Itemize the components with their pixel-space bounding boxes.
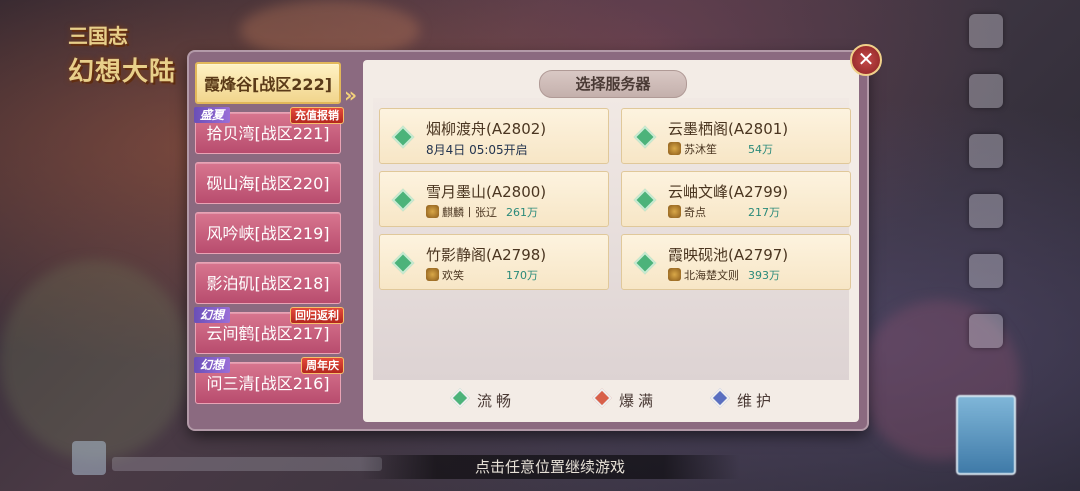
legend-item-full: 爆满 <box>592 388 658 411</box>
player-power: 393万 <box>748 269 780 282</box>
announcement-bar[interactable] <box>112 457 382 471</box>
continue-hint[interactable]: 点击任意位置继续游戏 <box>360 455 740 479</box>
player-power: 54万 <box>748 143 773 156</box>
zone-tag-left: 幻想 <box>194 307 231 323</box>
player-power: 217万 <box>748 206 780 219</box>
background-decoration <box>0 260 190 460</box>
status-smooth-icon <box>391 251 415 275</box>
close-button[interactable]: ✕ <box>850 44 882 76</box>
server-open-time: 8月4日 05:05开启 <box>426 143 528 157</box>
server-name: 霞映砚池(A2797) <box>668 246 789 264</box>
server-list-area: 选择服务器 烟柳渡舟(A2802) 8月4日 05:05开启 云墨栖阁(A280… <box>363 60 859 422</box>
announcement-icon[interactable] <box>72 441 106 475</box>
menu-icon[interactable] <box>969 14 1003 48</box>
menu-icon[interactable] <box>969 134 1003 168</box>
server-select-panel: 霞烽谷[战区222] » 盛夏 充值报销 拾贝湾[战区221] 砚山海[战区22… <box>189 52 867 429</box>
zone-tab[interactable]: 幻想 回归返利 云间鹤[战区217] <box>194 307 344 354</box>
server-card[interactable]: 霞映砚池(A2797) 北海楚文则 393万 <box>621 234 851 290</box>
game-logo: 三国志 幻想大陆 <box>68 20 188 100</box>
server-card[interactable]: 雪月墨山(A2800) 麒麟丨张辽 261万 <box>379 171 609 227</box>
legend-label: 爆满 <box>619 392 658 410</box>
server-card[interactable]: 竹影静阁(A2798) 欢笑 170万 <box>379 234 609 290</box>
legend-item-maintenance: 维护 <box>710 388 776 411</box>
zone-tab-label: 云间鹤[战区217] <box>206 324 330 343</box>
status-smooth-icon <box>633 251 657 275</box>
background-decoration <box>240 0 420 60</box>
menu-icon[interactable] <box>969 314 1003 348</box>
player-power: 170万 <box>506 269 538 282</box>
server-card[interactable]: 云岫文峰(A2799) 奇点 217万 <box>621 171 851 227</box>
chevron-right-icon: » <box>344 83 357 107</box>
status-full-icon <box>592 388 612 408</box>
status-smooth-icon <box>633 188 657 212</box>
zone-tag-right: 充值报销 <box>290 107 344 124</box>
character-icon <box>426 268 439 281</box>
zone-tab-label: 霞烽谷[战区222] <box>203 75 333 94</box>
server-name: 云墨栖阁(A2801) <box>668 120 789 138</box>
status-legend: 流畅 爆满 维护 <box>373 388 849 414</box>
player-name: 欢笑 <box>442 269 464 282</box>
zone-tab[interactable]: 砚山海[战区220] <box>195 162 341 204</box>
zone-tab[interactable]: 霞烽谷[战区222] » <box>195 62 357 107</box>
status-smooth-icon <box>633 125 657 149</box>
zone-tab-label: 问三清[战区216] <box>206 374 330 393</box>
zone-tab-list: 霞烽谷[战区222] » 盛夏 充值报销 拾贝湾[战区221] 砚山海[战区22… <box>194 62 357 412</box>
legend-label: 流畅 <box>477 392 516 410</box>
zone-tab-label: 风吟峡[战区219] <box>206 224 330 243</box>
zone-tab-label: 影泊矶[战区218] <box>206 274 330 293</box>
promo-card[interactable] <box>956 395 1016 475</box>
character-icon <box>668 142 681 155</box>
server-card[interactable]: 烟柳渡舟(A2802) 8月4日 05:05开启 <box>379 108 609 164</box>
status-smooth-icon <box>450 388 470 408</box>
zone-tab[interactable]: 盛夏 充值报销 拾贝湾[战区221] <box>194 107 344 154</box>
right-menu-icons <box>964 14 1008 374</box>
character-icon <box>668 205 681 218</box>
zone-tab[interactable]: 风吟峡[战区219] <box>195 212 341 254</box>
zone-tab[interactable]: 影泊矶[战区218] <box>195 262 341 304</box>
status-smooth-icon <box>391 125 415 149</box>
zone-tab-label: 砚山海[战区220] <box>206 174 330 193</box>
player-power: 261万 <box>506 206 538 219</box>
player-name: 苏沐笙 <box>684 143 717 156</box>
server-name: 烟柳渡舟(A2802) <box>426 120 547 138</box>
status-smooth-icon <box>391 188 415 212</box>
character-icon <box>426 205 439 218</box>
panel-title: 选择服务器 <box>539 70 687 98</box>
zone-tag-right: 回归返利 <box>290 307 344 324</box>
server-name: 云岫文峰(A2799) <box>668 183 789 201</box>
logo-line-1: 三国志 <box>68 24 128 48</box>
server-card[interactable]: 云墨栖阁(A2801) 苏沐笙 54万 <box>621 108 851 164</box>
server-name: 雪月墨山(A2800) <box>426 183 547 201</box>
zone-tag-left: 幻想 <box>194 357 231 373</box>
menu-icon[interactable] <box>969 254 1003 288</box>
zone-tab[interactable]: 幻想 周年庆 问三清[战区216] <box>194 357 344 404</box>
logo-line-2: 幻想大陆 <box>68 57 177 87</box>
legend-label: 维护 <box>737 392 776 410</box>
zone-tag-right: 周年庆 <box>301 357 344 374</box>
menu-icon[interactable] <box>969 74 1003 108</box>
menu-icon[interactable] <box>969 194 1003 228</box>
status-maintenance-icon <box>710 388 730 408</box>
player-name: 奇点 <box>684 206 706 219</box>
zone-tag-left: 盛夏 <box>194 107 231 123</box>
server-name: 竹影静阁(A2798) <box>426 246 547 264</box>
server-grid: 烟柳渡舟(A2802) 8月4日 05:05开启 云墨栖阁(A2801) 苏沐笙… <box>373 98 851 380</box>
legend-item-smooth: 流畅 <box>450 388 516 411</box>
player-name: 麒麟丨张辽 <box>442 206 497 219</box>
character-icon <box>668 268 681 281</box>
zone-tab-label: 拾贝湾[战区221] <box>206 124 330 143</box>
player-name: 北海楚文则 <box>684 269 739 282</box>
